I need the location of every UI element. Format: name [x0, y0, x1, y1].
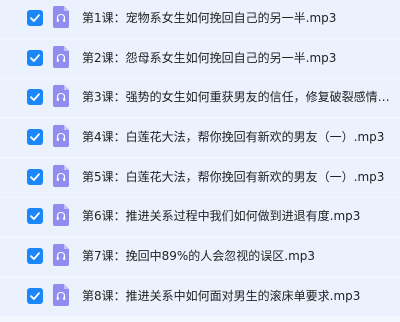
file-name[interactable]: 第2课：怨母系女生如何挽回自己的另一半.mp3: [82, 50, 392, 66]
audio-file-icon: [53, 165, 69, 187]
audio-file-icon: [53, 244, 69, 266]
checkbox-checked-icon[interactable]: [27, 50, 43, 66]
file-name[interactable]: 第6课：推进关系过程中我们如何做到进退有度.mp3: [82, 208, 392, 224]
checkbox-checked-icon[interactable]: [27, 288, 43, 304]
audio-file-icon: [53, 204, 69, 226]
audio-file-icon: [53, 6, 69, 28]
checkbox-checked-icon[interactable]: [27, 10, 43, 26]
file-name[interactable]: 第1课：宠物系女生如何挽回自己的另一半.mp3: [82, 10, 392, 26]
file-name[interactable]: 第4课：白莲花大法，帮你挽回有新欢的男友（一）.mp3: [82, 129, 392, 145]
checkbox-checked-icon[interactable]: [27, 208, 43, 224]
file-name[interactable]: 第8课：推进关系中如何面对男生的滚床单要求.mp3: [82, 288, 392, 304]
audio-file-icon: [53, 46, 69, 68]
file-name[interactable]: 第5课：白莲花大法，帮你挽回有新欢的男友（一）.mp3: [82, 169, 392, 185]
file-row[interactable]: 第5课：白莲花大法，帮你挽回有新欢的男友（一）.mp3: [0, 159, 400, 197]
file-row[interactable]: 第6课：推进关系过程中我们如何做到进退有度.mp3: [0, 198, 400, 236]
file-row[interactable]: 第8课：推进关系中如何面对男生的滚床单要求.mp3: [0, 278, 400, 316]
checkbox-checked-icon[interactable]: [27, 89, 43, 105]
file-row[interactable]: 第3课：强势的女生如何重获男友的信任，修复破裂感情....: [0, 79, 400, 117]
file-list: 第1课：宠物系女生如何挽回自己的另一半.mp3 第2课：怨母系女生如何挽回自己的…: [0, 0, 400, 322]
file-row[interactable]: 第2课：怨母系女生如何挽回自己的另一半.mp3: [0, 40, 400, 78]
file-name[interactable]: 第7课：挽回中89%的人会忽视的误区.mp3: [82, 248, 392, 264]
file-name[interactable]: 第3课：强势的女生如何重获男友的信任，修复破裂感情....: [82, 89, 392, 105]
file-row[interactable]: 第4课：白莲花大法，帮你挽回有新欢的男友（一）.mp3: [0, 119, 400, 157]
audio-file-icon: [53, 85, 69, 107]
checkbox-checked-icon[interactable]: [27, 129, 43, 145]
checkbox-checked-icon[interactable]: [27, 169, 43, 185]
file-row[interactable]: 第1课：宠物系女生如何挽回自己的另一半.mp3: [0, 0, 400, 38]
audio-file-icon: [53, 284, 69, 306]
checkbox-checked-icon[interactable]: [27, 248, 43, 264]
audio-file-icon: [53, 125, 69, 147]
file-row[interactable]: 第7课：挽回中89%的人会忽视的误区.mp3: [0, 238, 400, 276]
